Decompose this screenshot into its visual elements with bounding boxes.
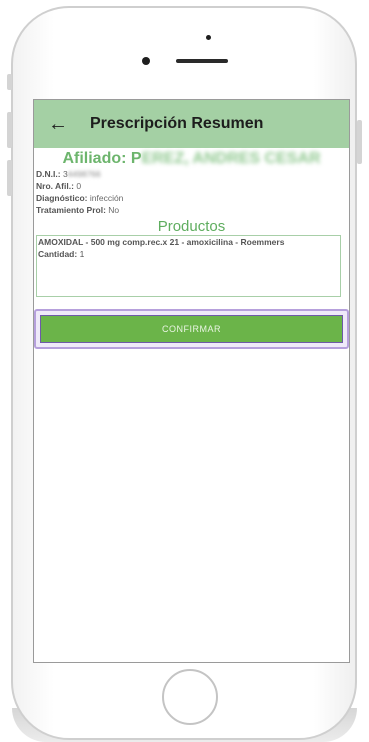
proximity-sensor (206, 35, 211, 40)
dni-value-blurred: 4498766 (67, 169, 101, 179)
volume-down-button (7, 160, 12, 196)
product-list: AMOXIDAL - 500 mg comp.rec.x 21 - amoxic… (36, 235, 341, 297)
quantity-label: Cantidad: (38, 249, 78, 259)
nro-afil-value: 0 (76, 181, 82, 191)
mute-switch (7, 74, 12, 90)
dni-label: D.N.I.: (36, 169, 61, 179)
diagnostico-value: infección (89, 193, 124, 203)
confirm-button-highlight: CONFIRMAR (34, 309, 349, 349)
confirm-button[interactable]: CONFIRMAR (40, 315, 343, 343)
front-camera (142, 57, 150, 65)
home-button[interactable] (162, 669, 218, 725)
afiliado-name-blurred: EREZ, ANDRES CESAR (141, 150, 321, 167)
product-name: AMOXIDAL - 500 mg comp.rec.x 21 - amoxic… (38, 237, 285, 247)
power-button (357, 120, 362, 164)
dni-row: D.N.I.: 34498766 (34, 168, 349, 180)
quantity-value: 1 (79, 249, 85, 259)
product-quantity-row: Cantidad: 1 (37, 248, 340, 260)
arrow-left-icon[interactable]: ← (48, 114, 70, 134)
volume-up-button (7, 112, 12, 148)
dni-value: 3 (62, 169, 68, 179)
afiliado-heading: Afiliado: PEREZ, ANDRES CESAR (34, 150, 349, 168)
tratamiento-value: No (108, 205, 120, 215)
afiliado-label: Afiliado: (62, 150, 131, 167)
nro-afil-label: Nro. Afil.: (36, 181, 74, 191)
earpiece-speaker (176, 59, 228, 63)
page-title: Prescripción Resumen (90, 115, 264, 132)
diagnostico-label: Diagnóstico: (36, 193, 88, 203)
app-bar: ← Prescripción Resumen (34, 100, 349, 148)
tratamiento-row: Tratamiento Prol: No (34, 204, 349, 216)
afiliado-name: P (130, 150, 142, 167)
diagnostico-row: Diagnóstico: infección (34, 192, 349, 204)
nro-afil-row: Nro. Afil.: 0 (34, 180, 349, 192)
productos-heading: Productos (157, 218, 226, 235)
tratamiento-label: Tratamiento Prol: (36, 205, 106, 215)
app-screen: ← Prescripción Resumen Afiliado: PEREZ, … (33, 99, 350, 663)
